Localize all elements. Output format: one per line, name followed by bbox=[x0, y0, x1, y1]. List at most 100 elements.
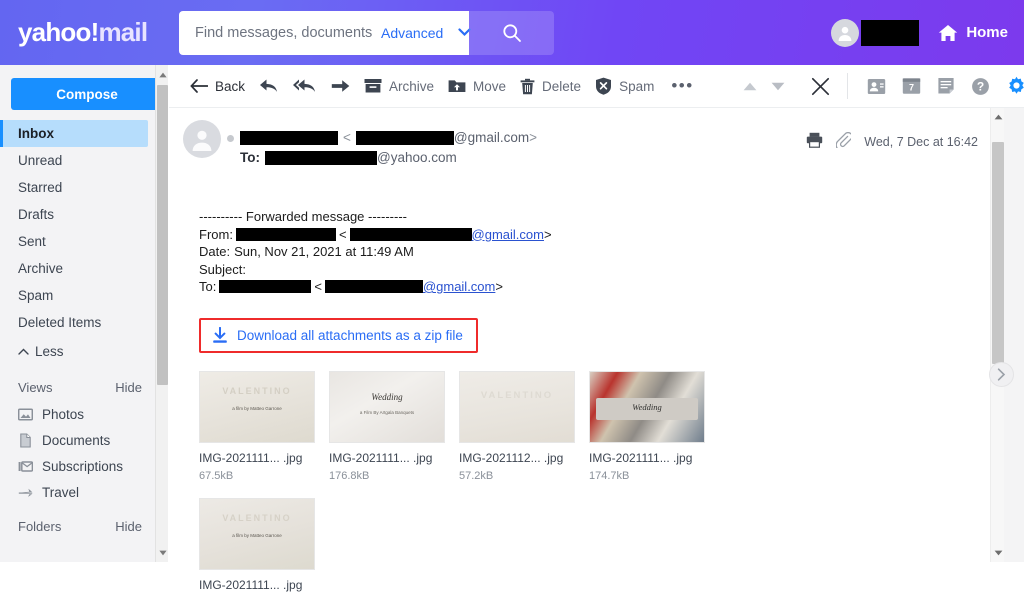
previous-message-button[interactable] bbox=[736, 71, 764, 101]
forward-button[interactable] bbox=[324, 71, 357, 101]
archive-button[interactable]: Archive bbox=[357, 71, 441, 101]
folders-hide-button[interactable]: Hide bbox=[115, 519, 142, 534]
sidebar-item-archive[interactable]: Archive bbox=[0, 255, 168, 282]
reply-all-icon bbox=[293, 79, 316, 92]
help-icon[interactable]: ? bbox=[964, 77, 997, 96]
close-message-button[interactable] bbox=[804, 71, 837, 101]
forwarded-date-value: Sun, Nov 21, 2021 at 11:49 AM bbox=[234, 244, 414, 259]
app-header: yahoo!mail Advanced bbox=[0, 0, 1024, 65]
spam-shield-icon bbox=[596, 77, 612, 95]
calendar-icon[interactable]: 7 bbox=[895, 77, 928, 95]
attachment-name: IMG-2021111... .jpg bbox=[589, 450, 693, 465]
settings-gear-icon[interactable] bbox=[999, 76, 1024, 97]
search-submit-button[interactable] bbox=[469, 10, 554, 55]
advanced-search-link[interactable]: Advanced bbox=[381, 25, 443, 41]
scroll-down-icon[interactable] bbox=[156, 546, 169, 560]
attachment-item[interactable]: Wedding a Film By Artgala Banquets IMG-2… bbox=[329, 370, 445, 482]
sidebar-item-starred[interactable]: Starred bbox=[0, 174, 168, 201]
attachment-size: 174.7kB bbox=[589, 469, 630, 482]
printer-icon[interactable] bbox=[806, 132, 823, 153]
attachment-item[interactable]: VALENTINO a film by Matteo Garrone IMG-2… bbox=[199, 370, 315, 482]
move-button[interactable]: Move bbox=[441, 71, 513, 101]
forwarded-from-domain[interactable]: @gmail.com bbox=[472, 226, 544, 244]
sidebar-item-label: Unread bbox=[18, 153, 63, 168]
attachment-thumbnail[interactable]: VALENTINO a film by Matteo Garrone bbox=[199, 497, 315, 570]
delete-button[interactable]: Delete bbox=[513, 71, 588, 101]
forwarded-to-domain[interactable]: @gmail.com bbox=[423, 278, 495, 296]
attachment-item[interactable]: VALENTINO a film by Matteo Garrone IMG-2… bbox=[199, 497, 315, 597]
attachment-item[interactable]: VALENTINO IMG-2021112... .jpg 57.2kB bbox=[459, 370, 575, 482]
sidebar-item-sent[interactable]: Sent bbox=[0, 228, 168, 255]
scroll-up-icon[interactable] bbox=[991, 110, 1005, 124]
forwarded-to-label: To: bbox=[199, 279, 217, 294]
sidebar-item-spam[interactable]: Spam bbox=[0, 282, 168, 309]
bracket-close: > bbox=[529, 130, 538, 145]
recipient-domain: @yahoo.com bbox=[377, 150, 457, 165]
attachment-thumbnail[interactable]: Wedding bbox=[589, 370, 705, 443]
forwarded-date-label: Date: bbox=[199, 244, 231, 259]
attachment-name: IMG-2021111... .jpg bbox=[199, 450, 303, 465]
close-x-icon bbox=[811, 77, 829, 95]
forwarded-subject-label: Subject: bbox=[199, 261, 246, 277]
message-scrollbar[interactable] bbox=[990, 108, 1004, 562]
sender-email-redacted bbox=[355, 131, 454, 145]
attachment-thumbnail[interactable]: VALENTINO bbox=[459, 370, 575, 443]
message-meta: Wed, 7 Dec at 16:42 bbox=[806, 120, 1008, 153]
message-date: Wed, 7 Dec at 16:42 bbox=[864, 135, 978, 149]
trash-icon bbox=[520, 78, 535, 94]
sidebar-item-deleted-items[interactable]: Deleted Items bbox=[0, 309, 168, 336]
forward-icon bbox=[331, 80, 350, 92]
back-button[interactable]: Back bbox=[183, 71, 252, 101]
avatar[interactable] bbox=[831, 18, 860, 47]
sidebar-item-documents[interactable]: Documents bbox=[0, 427, 168, 453]
forwarded-to-name-redacted bbox=[219, 280, 312, 294]
move-folder-icon bbox=[448, 80, 466, 92]
sender-name-redacted bbox=[240, 131, 338, 145]
forwarded-from-line: From: < @gmail.com > bbox=[199, 226, 1024, 244]
user-avatar-icon bbox=[838, 26, 852, 41]
notepad-icon[interactable] bbox=[930, 77, 962, 95]
attachment-thumbnail[interactable]: Wedding a Film By Artgala Banquets bbox=[329, 370, 445, 443]
sidebar-scrollbar[interactable] bbox=[155, 65, 168, 562]
spam-button[interactable]: Spam bbox=[588, 71, 661, 101]
download-all-attachments-button[interactable]: Download all attachments as a zip file bbox=[199, 317, 478, 353]
search-box: Advanced bbox=[179, 10, 471, 55]
header-right-group: Home bbox=[831, 18, 1024, 47]
brand-text: yahoo!mail bbox=[18, 17, 148, 48]
contacts-icon[interactable] bbox=[860, 78, 893, 95]
views-hide-button[interactable]: Hide bbox=[115, 380, 142, 395]
forwarded-divider: ---------- Forwarded message --------- bbox=[199, 208, 1024, 226]
to-line: To: @yahoo.com bbox=[240, 148, 537, 168]
scroll-down-icon[interactable] bbox=[991, 546, 1005, 560]
yahoo-mail-logo[interactable]: yahoo!mail bbox=[0, 17, 175, 48]
sidebar-item-photos[interactable]: Photos bbox=[0, 401, 168, 427]
thumb-caption: Wedding bbox=[632, 401, 662, 412]
forwarded-from-name-redacted bbox=[235, 227, 336, 241]
spam-label: Spam bbox=[619, 78, 655, 94]
sender-avatar[interactable] bbox=[183, 120, 221, 158]
account-name-redacted[interactable] bbox=[861, 19, 920, 46]
sidebar-item-inbox[interactable]: Inbox bbox=[0, 120, 148, 147]
compose-button[interactable]: Compose bbox=[11, 78, 163, 110]
sidebar-item-drafts[interactable]: Drafts bbox=[0, 201, 168, 228]
attachment-thumbnail[interactable]: VALENTINO a film by Matteo Garrone bbox=[199, 370, 315, 443]
search-input[interactable] bbox=[195, 24, 373, 41]
expand-panel-handle[interactable] bbox=[989, 362, 1014, 387]
sidebar-item-subscriptions[interactable]: Subscriptions bbox=[0, 453, 168, 479]
sidebar-scrollbar-thumb[interactable] bbox=[157, 85, 168, 385]
paperclip-icon[interactable] bbox=[835, 131, 853, 153]
message-scrollbar-thumb[interactable] bbox=[992, 142, 1004, 364]
sidebar-item-label: Sent bbox=[18, 234, 46, 249]
home-button[interactable]: Home bbox=[937, 22, 1008, 44]
reply-all-button[interactable] bbox=[286, 71, 324, 101]
sidebar-less-toggle[interactable]: Less bbox=[0, 336, 168, 366]
sidebar-item-unread[interactable]: Unread bbox=[0, 147, 168, 174]
scroll-up-icon[interactable] bbox=[156, 68, 169, 82]
reply-button[interactable] bbox=[252, 71, 286, 101]
more-options-button[interactable]: ••• bbox=[661, 76, 703, 96]
triangle-up-icon bbox=[743, 82, 757, 90]
sidebar-item-travel[interactable]: Travel bbox=[0, 479, 168, 505]
download-all-label: Download all attachments as a zip file bbox=[237, 327, 463, 343]
attachment-item[interactable]: Wedding IMG-2021111... .jpg 174.7kB bbox=[589, 370, 705, 482]
next-message-button[interactable] bbox=[764, 71, 792, 101]
